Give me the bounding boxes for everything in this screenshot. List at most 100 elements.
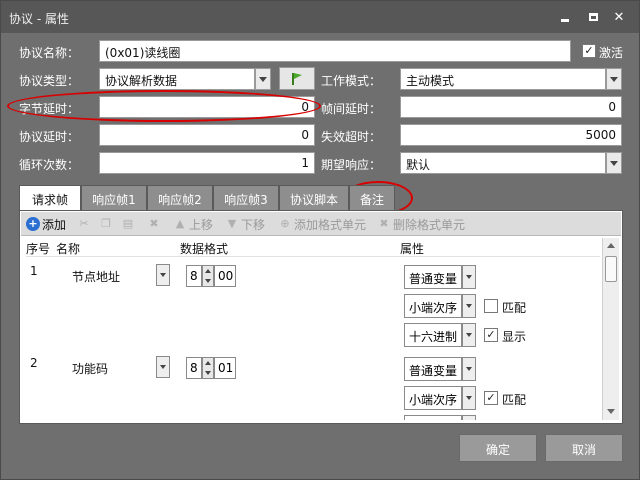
chevron-down-icon [160, 273, 166, 277]
expect-response-select[interactable]: 默认 [400, 152, 606, 174]
row-2-name: 功能码 [72, 362, 109, 376]
row-1-index: 1 [30, 264, 38, 278]
arrow-up-icon: ▲ [175, 217, 185, 230]
spin-down-icon [205, 279, 211, 283]
close-button[interactable]: ✕ [607, 7, 631, 27]
activate-label: 激活 [599, 46, 624, 60]
delete-x-icon: ✖ [149, 217, 159, 230]
row-2-radix-dropdown-partial[interactable] [462, 415, 476, 420]
row-2-match-checkbox[interactable]: ✓ [484, 391, 498, 405]
tab-response-frame-1[interactable]: 响应帧1 [81, 185, 147, 210]
row-2-format-value[interactable]: 01 [214, 357, 236, 379]
expect-response-dropdown-button[interactable] [606, 152, 622, 174]
chevron-down-icon [610, 76, 618, 82]
format-grid: 序号 名称 数据格式 属性 1 节点地址 8 00 普通变量 小端次序 匹配 十… [26, 240, 600, 420]
tab-protocol-script[interactable]: 协议脚本 [279, 185, 349, 210]
row-1-endian-select[interactable]: 小端次序 [404, 294, 462, 318]
row-1-var-type-dropdown[interactable] [462, 265, 476, 289]
row-1-format-length[interactable]: 8 [186, 265, 202, 287]
work-mode-select[interactable]: 主动模式 [400, 68, 606, 90]
chevron-down-icon [466, 333, 472, 337]
move-down-button[interactable]: ▼ 下移 [225, 216, 265, 232]
work-mode-label: 工作模式： [321, 74, 382, 88]
vertical-scrollbar[interactable] [602, 238, 619, 420]
protocol-delay-label: 协议延时： [19, 130, 80, 144]
add-button[interactable]: + 添加 [26, 216, 66, 232]
minimize-icon [561, 18, 569, 22]
row-2-format-length[interactable]: 8 [186, 357, 202, 379]
cut-button[interactable]: ✂ [77, 216, 91, 232]
tab-request-frame[interactable]: 请求帧 [19, 185, 81, 211]
row-2-name-dropdown[interactable] [156, 356, 170, 378]
row-1-match-label: 匹配 [502, 301, 527, 315]
loop-count-input[interactable]: 1 [99, 152, 315, 174]
chevron-down-icon [610, 160, 618, 166]
row-1-name-dropdown[interactable] [156, 264, 170, 286]
scroll-thumb[interactable] [605, 256, 617, 282]
spin-up-icon [205, 361, 211, 365]
loop-count-label: 循环次数： [19, 158, 80, 172]
frame-delay-input[interactable]: 0 [400, 96, 622, 118]
row-1-name: 节点地址 [72, 270, 121, 284]
timeout-input[interactable]: 5000 [400, 124, 622, 146]
tab-notes[interactable]: 备注 [349, 185, 395, 210]
protocol-type-select[interactable]: 协议解析数据 [99, 68, 255, 90]
protocol-name-input[interactable]: (0x01)读线圈 [99, 40, 571, 62]
maximize-icon [588, 13, 598, 21]
delete-format-unit-button[interactable]: ✖ 删除格式单元 [377, 216, 465, 232]
move-down-label: 下移 [241, 217, 266, 232]
protocol-type-dropdown-button[interactable] [255, 68, 271, 90]
spin-down-icon [205, 371, 211, 375]
chevron-down-icon [466, 396, 472, 400]
row-1-var-type-select[interactable]: 普通变量 [404, 265, 462, 289]
column-header-name: 名称 [56, 242, 81, 256]
format-toolbar: + 添加 ✂ ❐ ▤ ✖ ▲ 上移 ▼ 下移 ⊕ 添加格式单元 ✖ 删除格式单元 [21, 212, 621, 236]
tab-response-frame-3[interactable]: 响应帧3 [213, 185, 279, 210]
chevron-down-icon [259, 76, 267, 82]
scroll-up-icon[interactable] [607, 243, 615, 248]
row-1-format-value[interactable]: 00 [214, 265, 236, 287]
header-divider [26, 256, 600, 257]
copy-button[interactable]: ❐ [99, 216, 113, 232]
flag-button[interactable] [279, 67, 315, 90]
row-1-endian-dropdown[interactable] [462, 294, 476, 318]
row-2-endian-dropdown[interactable] [462, 386, 476, 410]
add-format-unit-button[interactable]: ⊕ 添加格式单元 [278, 216, 366, 232]
arrow-down-icon: ▼ [227, 217, 237, 230]
row-1-match-checkbox[interactable] [484, 299, 498, 313]
column-header-attributes: 属性 [400, 242, 425, 256]
paste-button[interactable]: ▤ [121, 216, 135, 232]
timeout-label: 失效超时： [321, 130, 382, 144]
row-1-format-spinner[interactable] [202, 265, 214, 287]
chevron-down-icon [160, 365, 166, 369]
row-2-endian-select[interactable]: 小端次序 [404, 386, 462, 410]
maximize-button[interactable] [581, 7, 605, 27]
row-1-radix-dropdown[interactable] [462, 323, 476, 347]
paste-icon: ▤ [122, 217, 134, 230]
delete-x-icon: ✖ [379, 217, 389, 230]
frame-delay-label: 帧间延时： [321, 102, 382, 116]
move-up-button[interactable]: ▲ 上移 [173, 216, 213, 232]
cancel-button[interactable]: 取消 [545, 434, 623, 462]
work-mode-dropdown-button[interactable] [606, 68, 622, 90]
protocol-delay-input[interactable]: 0 [99, 124, 315, 146]
ok-button[interactable]: 确定 [459, 434, 537, 462]
tab-response-frame-2[interactable]: 响应帧2 [147, 185, 213, 210]
request-frame-panel: + 添加 ✂ ❐ ▤ ✖ ▲ 上移 ▼ 下移 ⊕ 添加格式单元 ✖ 删除格式单元 [19, 210, 623, 424]
row-2-var-type-dropdown[interactable] [462, 357, 476, 381]
minimize-button[interactable] [553, 7, 577, 27]
title-bar: 协议 - 属性 ✕ [1, 1, 639, 33]
row-2-radix-select-partial[interactable] [404, 415, 462, 420]
delete-button[interactable]: ✖ [147, 216, 161, 232]
row-2-format-spinner[interactable] [202, 357, 214, 379]
add-format-unit-label: 添加格式单元 [294, 217, 367, 232]
row-2-var-type-select[interactable]: 普通变量 [404, 357, 462, 381]
row-1-display-checkbox[interactable]: ✓ [484, 328, 498, 342]
row-1-radix-select[interactable]: 十六进制 [404, 323, 462, 347]
add-button-label: 添加 [42, 217, 67, 232]
chevron-down-icon [466, 275, 472, 279]
annotation-oval-byte-delay [7, 90, 321, 122]
scroll-down-icon[interactable] [607, 409, 615, 414]
activate-checkbox[interactable]: ✓ [582, 44, 596, 58]
copy-icon: ❐ [101, 217, 111, 230]
